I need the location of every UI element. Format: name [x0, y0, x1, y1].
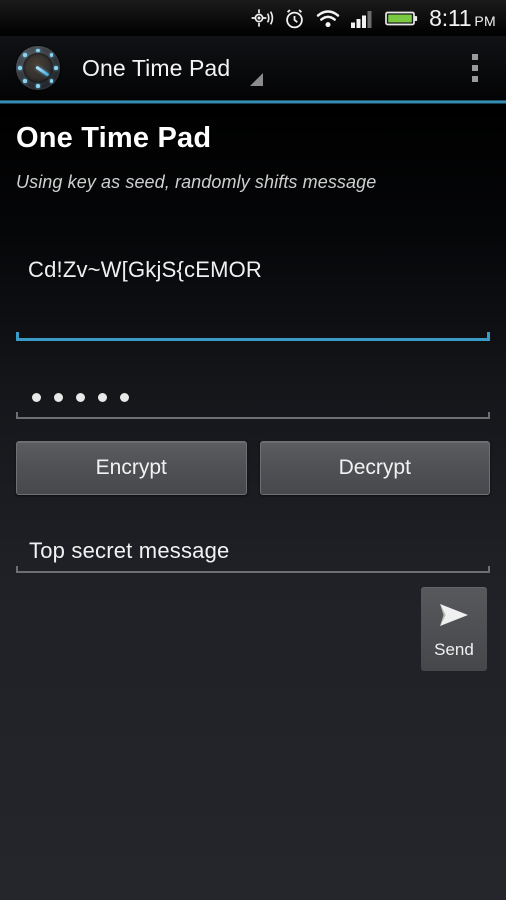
alarm-clock-icon	[283, 7, 306, 30]
key-input-underline	[16, 412, 490, 419]
status-bar-icons	[250, 7, 418, 30]
gauge-dial-app-icon[interactable]	[16, 46, 60, 90]
action-bar-title: One Time Pad	[82, 54, 231, 81]
decrypt-button[interactable]: Decrypt	[259, 441, 490, 495]
mask-dot	[120, 392, 129, 402]
clock-ampm: PM	[474, 12, 496, 29]
app-icon-rim-dot	[36, 84, 40, 88]
cipher-text-input-wrapper[interactable]	[16, 325, 490, 341]
main-content: One Time Pad Using key as seed, randomly…	[0, 104, 506, 900]
action-button-row: Encrypt Decrypt	[16, 441, 490, 495]
message-input-underline	[16, 566, 490, 573]
mask-dot	[54, 392, 63, 402]
send-button[interactable]: Send	[421, 587, 487, 671]
paper-plane-send-icon	[434, 598, 474, 637]
app-icon-rim-dot	[23, 53, 27, 57]
title-dropdown-caret-icon[interactable]	[250, 72, 264, 86]
cipher-output-text: Cd!Zv~W[GkjS{cEMOR	[28, 257, 263, 282]
message-input-wrapper[interactable]: Top secret message	[16, 529, 490, 573]
cipher-input-underline	[16, 332, 490, 341]
mask-dot	[98, 392, 107, 402]
cellular-signal-icon	[350, 8, 376, 29]
mask-dot	[76, 392, 85, 402]
app-icon-rim-dot	[54, 66, 58, 70]
battery-icon	[385, 9, 418, 28]
overflow-dot	[472, 76, 478, 82]
status-bar: 8:11 PM	[0, 0, 506, 36]
overflow-dot	[472, 65, 478, 71]
status-bar-clock: 8:11 PM	[429, 5, 496, 32]
clock-time: 8:11	[429, 4, 472, 31]
key-input-wrapper[interactable]	[16, 375, 490, 419]
page-title: One Time Pad	[16, 122, 212, 154]
overflow-menu-button[interactable]	[458, 36, 492, 100]
overflow-dot	[472, 54, 478, 60]
send-row: Send	[16, 587, 490, 671]
message-input[interactable]: Top secret message	[16, 538, 490, 564]
send-button-label: Send	[434, 640, 474, 659]
encrypt-button[interactable]: Encrypt	[16, 441, 247, 495]
gps-location-icon	[250, 7, 274, 29]
page-subtitle: Using key as seed, randomly shifts messa…	[16, 172, 377, 192]
wifi-icon	[315, 8, 341, 29]
key-input-masked-value	[16, 392, 129, 402]
action-bar: One Time Pad	[0, 36, 506, 100]
app-icon-rim-dot	[36, 48, 40, 53]
app-icon-rim-dot	[18, 66, 22, 70]
app-icon-rim-dot	[49, 79, 54, 83]
mask-dot	[32, 392, 41, 402]
app-icon-rim-dot	[49, 53, 54, 57]
app-icon-rim-dot	[23, 79, 27, 83]
